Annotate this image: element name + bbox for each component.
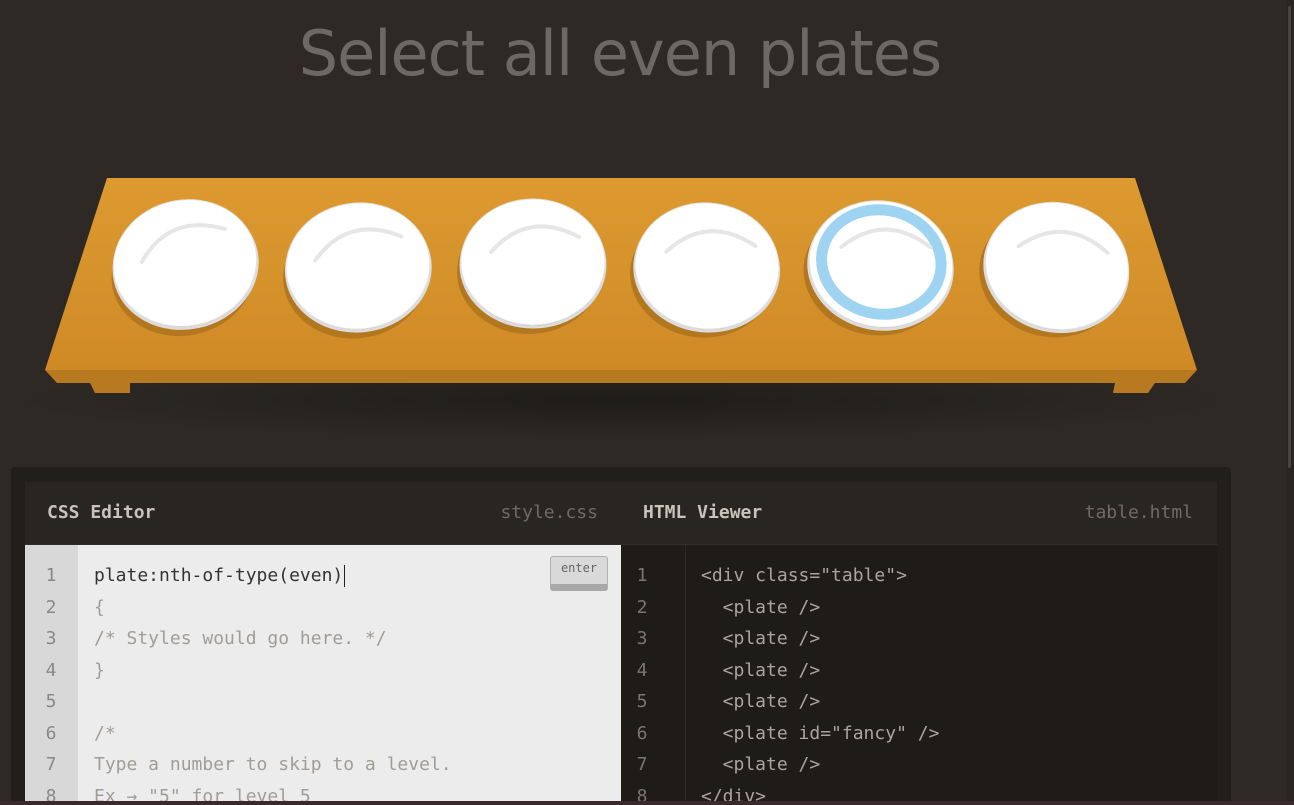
css-editor-title: CSS Editor bbox=[47, 502, 156, 523]
css-code-line[interactable]: 6 /* bbox=[25, 718, 621, 750]
line-number: 1 bbox=[45, 565, 57, 586]
html-code-area: 1 <div class="table"> 2 <plate /> 3 <plate … bbox=[621, 545, 1217, 805]
table-leg-right bbox=[1113, 383, 1155, 393]
line-text: <div class="table"> bbox=[701, 565, 907, 586]
line-number: 7 bbox=[45, 754, 57, 775]
line-number: 6 bbox=[636, 722, 648, 744]
css-code-line[interactable]: 7 Type a number to skip to a level. bbox=[25, 749, 621, 781]
html-viewer-header: HTML Viewer table.html bbox=[621, 482, 1217, 545]
line-text: } bbox=[94, 659, 105, 681]
html-code-line: 7 <plate /> bbox=[621, 749, 1217, 781]
bottom-edge bbox=[0, 801, 1294, 805]
css-editor-panel: CSS Editor style.css 1 plate:nth-of-type(… bbox=[25, 482, 621, 805]
line-number: 2 bbox=[636, 596, 648, 618]
css-code-area[interactable]: 1 plate:nth-of-type(even) 2{3/* Styles wou… bbox=[25, 545, 621, 805]
line-text: <plate /> bbox=[701, 754, 821, 775]
line-number: 3 bbox=[45, 628, 57, 649]
text-caret bbox=[344, 565, 346, 587]
html-code-line: 3 <plate /> bbox=[621, 623, 1217, 655]
html-code-line: 6 <plate id="fancy" /> bbox=[621, 718, 1217, 750]
html-code-line: 1 <div class="table"> bbox=[621, 560, 1217, 592]
css-code-line[interactable]: 3 /* Styles would go here. */ bbox=[25, 623, 621, 655]
line-text: Type a number to skip to a level. bbox=[94, 754, 452, 775]
css-editor-header: CSS Editor style.css bbox=[25, 482, 621, 545]
html-code-line: 2 <plate /> bbox=[621, 592, 1217, 624]
html-code-lines: 1 <div class="table"> 2 <plate /> 3 <plate … bbox=[621, 560, 1217, 805]
css-code-line[interactable]: 5 bbox=[25, 686, 621, 718]
line-number: 6 bbox=[45, 722, 57, 744]
line-text: /* Styles would go here. */ bbox=[94, 628, 387, 649]
line-number: 5 bbox=[636, 691, 648, 712]
line-number: 7 bbox=[636, 754, 648, 775]
css-editor-filename: style.css bbox=[500, 502, 598, 523]
html-viewer-title: HTML Viewer bbox=[643, 502, 763, 523]
line-text: { bbox=[94, 596, 105, 618]
line-text: <plate id="fancy" /> bbox=[701, 722, 940, 744]
table-front-edge bbox=[45, 370, 1197, 383]
css-code-line[interactable]: 1 plate:nth-of-type(even) bbox=[25, 560, 621, 592]
line-number: 2 bbox=[45, 596, 57, 618]
game-table-scene bbox=[12, 178, 1232, 440]
line-number: 3 bbox=[636, 628, 648, 649]
line-text: <plate /> bbox=[701, 596, 821, 618]
css-code-lines[interactable]: 1 plate:nth-of-type(even) 2{3/* Styles wou… bbox=[25, 560, 621, 805]
line-text: <plate /> bbox=[701, 628, 821, 649]
editor-container: CSS Editor style.css 1 plate:nth-of-type(… bbox=[11, 467, 1231, 805]
scrollbar-thumb[interactable] bbox=[1288, 6, 1291, 468]
line-text: /* bbox=[94, 722, 116, 744]
line-number: 4 bbox=[636, 659, 648, 681]
css-code-line[interactable]: 4} bbox=[25, 655, 621, 687]
html-code-line: 4 <plate /> bbox=[621, 655, 1217, 687]
css-code-line[interactable]: 2{ bbox=[25, 592, 621, 624]
enter-button[interactable]: enter bbox=[550, 556, 608, 591]
line-number: 1 bbox=[636, 565, 648, 586]
html-viewer-panel: HTML Viewer table.html 1 <div class="tabl… bbox=[621, 482, 1217, 805]
line-number: 5 bbox=[45, 691, 57, 712]
line-text: <plate /> bbox=[701, 691, 821, 712]
html-code-line: 5 <plate /> bbox=[621, 686, 1217, 718]
table-leg-left bbox=[90, 383, 130, 393]
page-scrollbar[interactable] bbox=[1286, 0, 1294, 805]
line-text: <plate /> bbox=[701, 659, 821, 681]
line-number: 4 bbox=[45, 659, 57, 681]
html-viewer-filename: table.html bbox=[1084, 502, 1193, 523]
css-selector-input[interactable]: plate:nth-of-type(even) bbox=[94, 560, 346, 592]
